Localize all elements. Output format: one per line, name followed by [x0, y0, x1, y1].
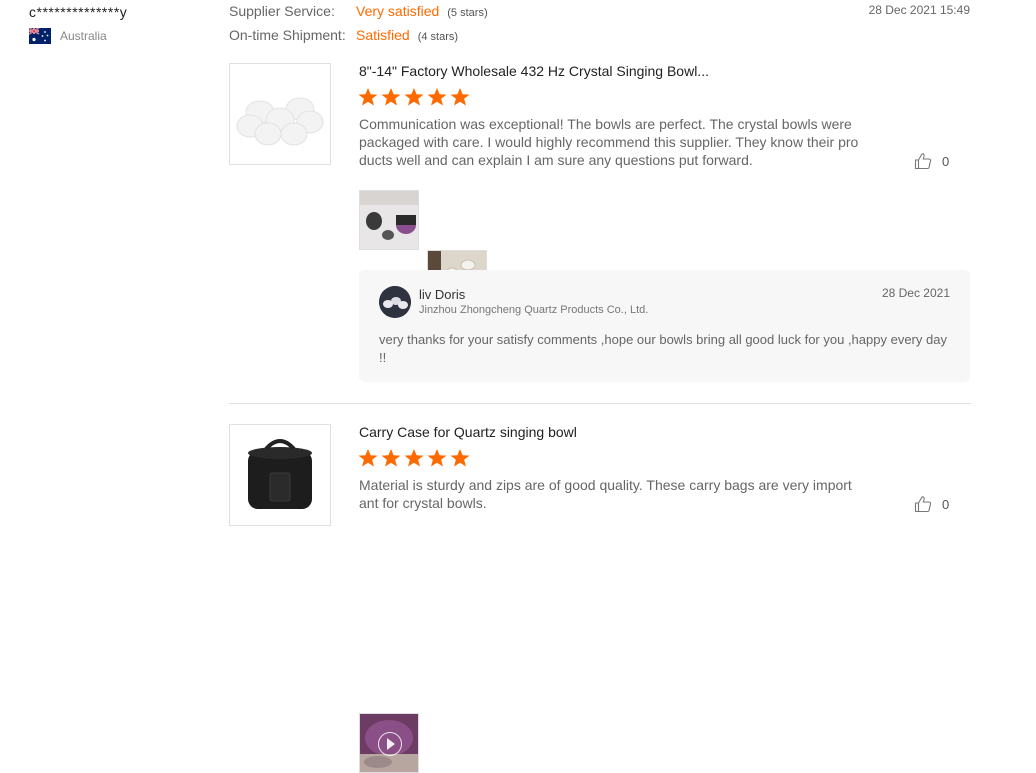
review-text: Communication was exceptional! The bowls…	[359, 116, 859, 168]
rating-stars: (5 stars)	[447, 7, 488, 19]
rating-supplier-service: Supplier Service: Very satisfied (5 star…	[229, 3, 488, 19]
australia-flag-icon	[28, 27, 51, 44]
product-rating-stars	[358, 88, 470, 106]
rating-value: Very satisfied	[356, 3, 440, 19]
star-icon	[427, 88, 447, 106]
thumbs-up-icon	[914, 153, 932, 170]
review-date: 28 Dec 2021 15:49	[868, 3, 970, 17]
reviewer-country: Australia	[28, 27, 107, 44]
product-title[interactable]: 8"-14" Factory Wholesale 432 Hz Crystal …	[359, 63, 709, 79]
country-label: Australia	[60, 29, 107, 43]
star-icon	[404, 449, 424, 467]
like-count: 0	[942, 153, 950, 169]
star-icon	[381, 88, 401, 106]
review-text: Material is sturdy and zips are of good …	[359, 477, 852, 511]
avatar	[379, 286, 411, 318]
crystal-bowls-image	[236, 97, 324, 146]
rating-ontime-shipment: On-time Shipment: Satisfied (4 stars)	[229, 27, 458, 43]
rating-label: On-time Shipment:	[229, 27, 346, 43]
rating-value: Satisfied	[356, 27, 410, 43]
play-icon	[378, 732, 402, 756]
product-title[interactable]: Carry Case for Quartz singing bowl	[359, 424, 577, 440]
product-thumbnail[interactable]	[229, 424, 331, 526]
star-icon	[427, 449, 447, 467]
product-thumbnail[interactable]	[229, 63, 331, 165]
photo-thumbnail	[360, 191, 418, 249]
star-icon	[450, 88, 470, 106]
carry-case-image	[248, 439, 312, 509]
star-icon	[358, 449, 378, 467]
review-photo[interactable]	[359, 190, 419, 250]
reply-company: Jinzhou Zhongcheng Quartz Products Co., …	[419, 304, 649, 316]
star-icon	[358, 88, 378, 106]
like-button[interactable]: 0	[914, 152, 949, 170]
reply-text: very thanks for your satisfy comments ,h…	[379, 332, 947, 365]
star-icon	[404, 88, 424, 106]
divider	[229, 403, 971, 404]
reply-author: liv Doris	[419, 287, 466, 302]
rating-stars: (4 stars)	[417, 31, 459, 43]
reply-date: 28 Dec 2021	[881, 286, 950, 300]
avatar-image	[379, 286, 411, 318]
like-button[interactable]: 0	[914, 495, 949, 513]
review-video[interactable]	[359, 713, 419, 773]
star-icon	[381, 449, 401, 467]
rating-label: Supplier Service:	[229, 3, 335, 19]
thumbs-up-icon	[914, 496, 932, 513]
star-icon	[450, 449, 470, 467]
supplier-reply: liv Doris Jinzhou Zhongcheng Quartz Prod…	[359, 270, 970, 382]
reviewer-name: c**************y	[29, 4, 128, 20]
product-rating-stars	[358, 449, 470, 467]
like-count: 0	[942, 496, 950, 512]
